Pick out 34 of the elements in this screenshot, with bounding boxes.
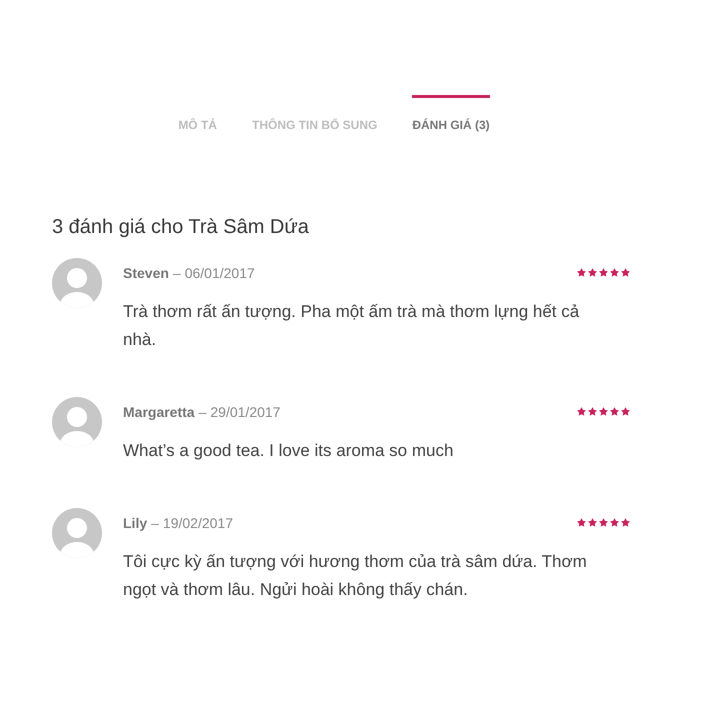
dash-separator: – bbox=[151, 514, 159, 533]
star-icon bbox=[621, 406, 630, 416]
review-text: Tôi cực kỳ ấn tượng với hương thơm của trà sâm dứa. Thơm ngọt và thơm lâu. Ngửi hoài không thấy chán. bbox=[123, 551, 588, 601]
avatar-icon bbox=[52, 397, 102, 447]
avatar-icon bbox=[52, 258, 102, 308]
author-name: Margaretta bbox=[123, 403, 195, 422]
reviews-heading: 3 đánh giá cho Trà Sâm Dứa bbox=[52, 215, 310, 240]
author-name: Steven bbox=[123, 264, 169, 283]
review-date: 19/02/2017 bbox=[162, 514, 233, 533]
star-icon bbox=[621, 268, 630, 276]
star-icon bbox=[577, 406, 586, 416]
tab[interactable]: MÔ TẢ bbox=[178, 95, 217, 132]
author-name: Lily bbox=[123, 514, 148, 533]
star-icon bbox=[588, 268, 597, 276]
star-icon bbox=[577, 518, 586, 526]
review-date: 06/01/2017 bbox=[184, 264, 255, 283]
star-icon bbox=[599, 406, 608, 416]
star-icon bbox=[588, 518, 597, 526]
review-text: What’s a good tea. I love its aroma so much bbox=[123, 440, 454, 462]
dash-separator: – bbox=[172, 264, 181, 283]
star-icon bbox=[588, 406, 597, 416]
review-date: 29/01/2017 bbox=[210, 403, 280, 422]
review-text: Trà thơm rất ấn tượng. Pha một ấm trà mà thơm lựng hết cả nhà. bbox=[123, 301, 580, 351]
tab[interactable]: ĐÁNH GIÁ (3) bbox=[412, 95, 490, 132]
tab[interactable]: THÔNG TIN BỔ SUNG bbox=[252, 95, 378, 132]
star-icon bbox=[610, 518, 619, 526]
dash-separator: – bbox=[198, 403, 206, 422]
star-icon bbox=[577, 268, 586, 276]
star-icon bbox=[610, 406, 619, 416]
star-icon bbox=[599, 518, 608, 526]
star-icon bbox=[621, 518, 630, 526]
star-icon bbox=[599, 268, 608, 276]
star-icon bbox=[610, 268, 619, 276]
avatar-icon bbox=[52, 508, 102, 558]
